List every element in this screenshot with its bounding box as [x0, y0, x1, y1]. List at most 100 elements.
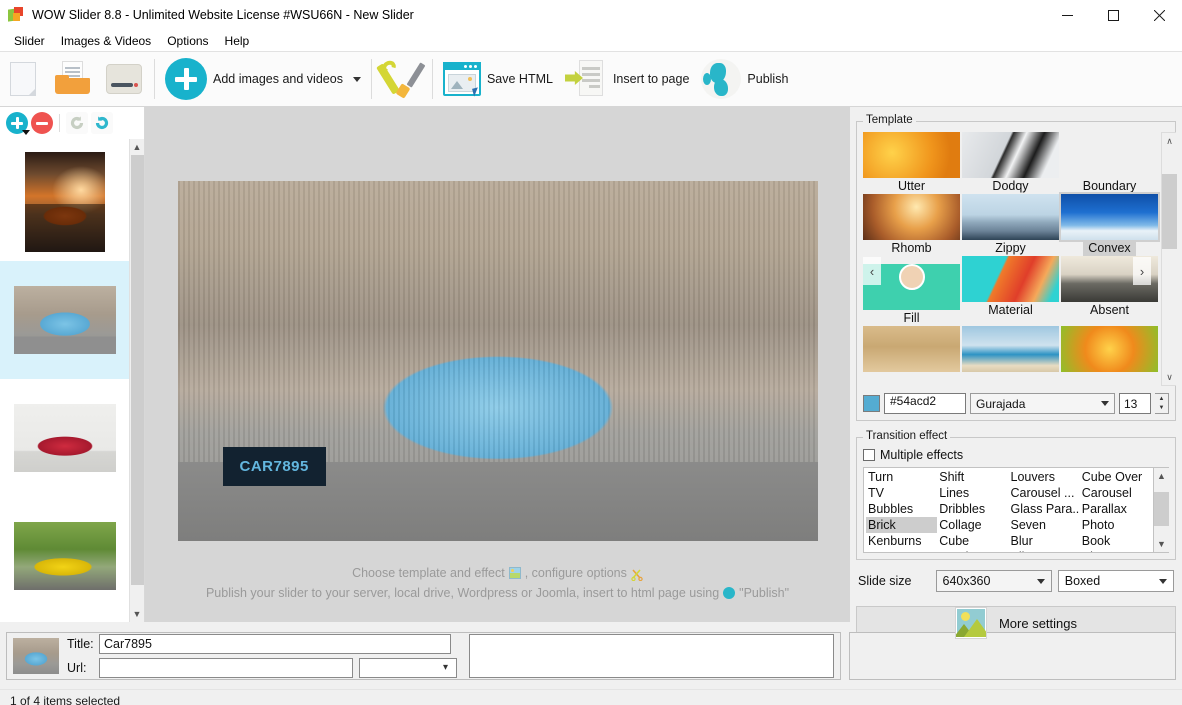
open-slider-button[interactable] — [46, 55, 98, 103]
fx-carousel-x[interactable]: Carousel ... — [1009, 485, 1080, 501]
fx-kenburns[interactable]: Kenburns — [866, 533, 937, 549]
list-item[interactable] — [0, 379, 129, 497]
scroll-down-icon[interactable]: ▼ — [130, 606, 145, 622]
template-item-12[interactable] — [1061, 326, 1158, 386]
slides-scroll-thumb[interactable] — [131, 155, 144, 585]
template-scroll-thumb[interactable] — [1162, 174, 1177, 249]
menu-options[interactable]: Options — [159, 31, 216, 51]
list-item[interactable] — [0, 497, 129, 615]
slides-scroll-track[interactable] — [130, 155, 145, 606]
transition-scroll-thumb[interactable] — [1154, 492, 1169, 526]
font-size-stepper[interactable]: ▲ ▼ — [1155, 393, 1169, 414]
fx-domino[interactable]: Domino — [937, 549, 1008, 553]
transition-scroll-track[interactable] — [1154, 484, 1169, 536]
fx-louvers[interactable]: Louvers — [1009, 469, 1080, 485]
add-images-videos-button[interactable]: Add images and videos — [159, 55, 367, 103]
multiple-effects-checkbox[interactable] — [863, 449, 875, 461]
font-size-input[interactable]: 13 — [1119, 393, 1151, 414]
slides-scrollbar[interactable]: ▲ ▼ — [129, 139, 144, 622]
fx-collage[interactable]: Collage — [937, 517, 1008, 533]
list-item[interactable] — [0, 261, 129, 379]
fx-rotate[interactable]: Rotate — [866, 549, 937, 553]
template-thumbnail[interactable] — [962, 132, 1059, 178]
stepper-up-icon[interactable]: ▲ — [1155, 394, 1168, 404]
template-scroll-down-icon[interactable]: ∨ — [1162, 369, 1177, 385]
chevron-down-icon[interactable] — [353, 77, 361, 82]
rotate-left-button[interactable] — [66, 112, 88, 134]
save-html-button[interactable]: Save HTML — [437, 55, 559, 103]
chevron-down-icon[interactable] — [1101, 401, 1109, 406]
template-item-dodqy[interactable]: Dodqy — [962, 132, 1059, 194]
slide-layout-select[interactable]: Boxed — [1058, 570, 1174, 592]
menu-help[interactable]: Help — [217, 31, 258, 51]
template-item-utter[interactable]: Utter — [863, 132, 960, 194]
template-thumbnail[interactable] — [1061, 326, 1158, 372]
new-slider-button[interactable] — [0, 55, 46, 103]
tools-button[interactable] — [376, 55, 428, 103]
fx-slices[interactable]: Slices — [1009, 549, 1080, 553]
slide-thumbnail-red-porsche[interactable] — [14, 404, 116, 472]
fx-seven[interactable]: Seven — [1009, 517, 1080, 533]
fx-glass-parallax[interactable]: Glass Para... — [1009, 501, 1080, 517]
publish-button[interactable]: Publish — [695, 55, 794, 103]
template-scroll-track[interactable] — [1162, 149, 1177, 369]
url-target-select[interactable]: ▾ — [359, 658, 457, 678]
fx-bubbles[interactable]: Bubbles — [866, 501, 937, 517]
fx-carousel[interactable]: Carousel — [1080, 485, 1151, 501]
fx-dribbles[interactable]: Dribbles — [937, 501, 1008, 517]
preview-image-blue-fiat[interactable] — [178, 181, 818, 541]
template-thumbnail[interactable] — [863, 326, 960, 372]
add-slide-button[interactable] — [6, 112, 28, 134]
fx-blur[interactable]: Blur — [1009, 533, 1080, 549]
template-item-zippy[interactable]: Zippy — [962, 194, 1059, 256]
template-item-rhomb[interactable]: Rhomb — [863, 194, 960, 256]
slide-size-select[interactable]: 640x360 — [936, 570, 1052, 592]
insert-to-page-button[interactable]: Insert to page — [559, 55, 695, 103]
multiple-effects-row[interactable]: Multiple effects — [863, 448, 1169, 462]
close-button[interactable] — [1136, 0, 1182, 30]
menu-images-videos[interactable]: Images & Videos — [53, 31, 160, 51]
transition-scroll-up-icon[interactable]: ▲ — [1154, 468, 1169, 484]
fx-lines[interactable]: Lines — [937, 485, 1008, 501]
template-thumbnail[interactable] — [1061, 132, 1158, 178]
maximize-button[interactable] — [1090, 0, 1136, 30]
transition-scroll-down-icon[interactable]: ▼ — [1154, 536, 1169, 552]
template-item-boundary[interactable]: Boundary — [1061, 132, 1158, 194]
template-scrollbar[interactable]: ∧ ∨ — [1161, 132, 1176, 386]
fx-blast[interactable]: Blast — [1080, 549, 1151, 553]
template-item-material[interactable]: Material — [962, 256, 1059, 326]
fx-shift[interactable]: Shift — [937, 469, 1008, 485]
slide-thumbnail-yellow-lambo[interactable] — [14, 522, 116, 590]
template-thumbnail[interactable] — [1061, 194, 1158, 240]
template-thumbnail[interactable] — [962, 326, 1059, 372]
list-item[interactable] — [0, 143, 129, 261]
transition-effect-list[interactable]: Turn Shift Louvers Cube Over TV Lines Ca… — [863, 467, 1154, 553]
rotate-right-button[interactable] — [91, 112, 113, 134]
scroll-up-icon[interactable]: ▲ — [130, 139, 145, 155]
template-scroll-up-icon[interactable]: ∧ — [1162, 133, 1177, 149]
stepper-down-icon[interactable]: ▼ — [1155, 404, 1168, 414]
font-family-select[interactable]: Gurajada — [970, 393, 1115, 414]
save-slider-button[interactable] — [98, 55, 150, 103]
fx-cube[interactable]: Cube — [937, 533, 1008, 549]
menu-slider[interactable]: Slider — [6, 31, 53, 51]
fx-book[interactable]: Book — [1080, 533, 1151, 549]
chevron-down-icon[interactable]: ▾ — [443, 662, 448, 673]
template-prev-button[interactable]: ‹ — [863, 257, 881, 285]
minimize-button[interactable] — [1044, 0, 1090, 30]
template-thumbnail[interactable] — [962, 194, 1059, 240]
fx-tv[interactable]: TV — [866, 485, 937, 501]
template-thumbnail[interactable] — [962, 256, 1059, 302]
template-item-convex[interactable]: Convex — [1061, 194, 1158, 256]
accent-color-hex-input[interactable]: #54acd2 — [884, 393, 966, 414]
fx-cube-over[interactable]: Cube Over — [1080, 469, 1151, 485]
fx-brick[interactable]: Brick — [866, 517, 937, 533]
url-input[interactable] — [99, 658, 353, 678]
slide-thumbnail-orange-audi[interactable] — [25, 152, 105, 252]
template-thumbnail[interactable] — [863, 194, 960, 240]
template-item-10[interactable] — [863, 326, 960, 386]
description-textarea[interactable] — [469, 634, 834, 678]
template-thumbnail[interactable] — [863, 132, 960, 178]
fx-parallax[interactable]: Parallax — [1080, 501, 1151, 517]
remove-slide-button[interactable] — [31, 112, 53, 134]
